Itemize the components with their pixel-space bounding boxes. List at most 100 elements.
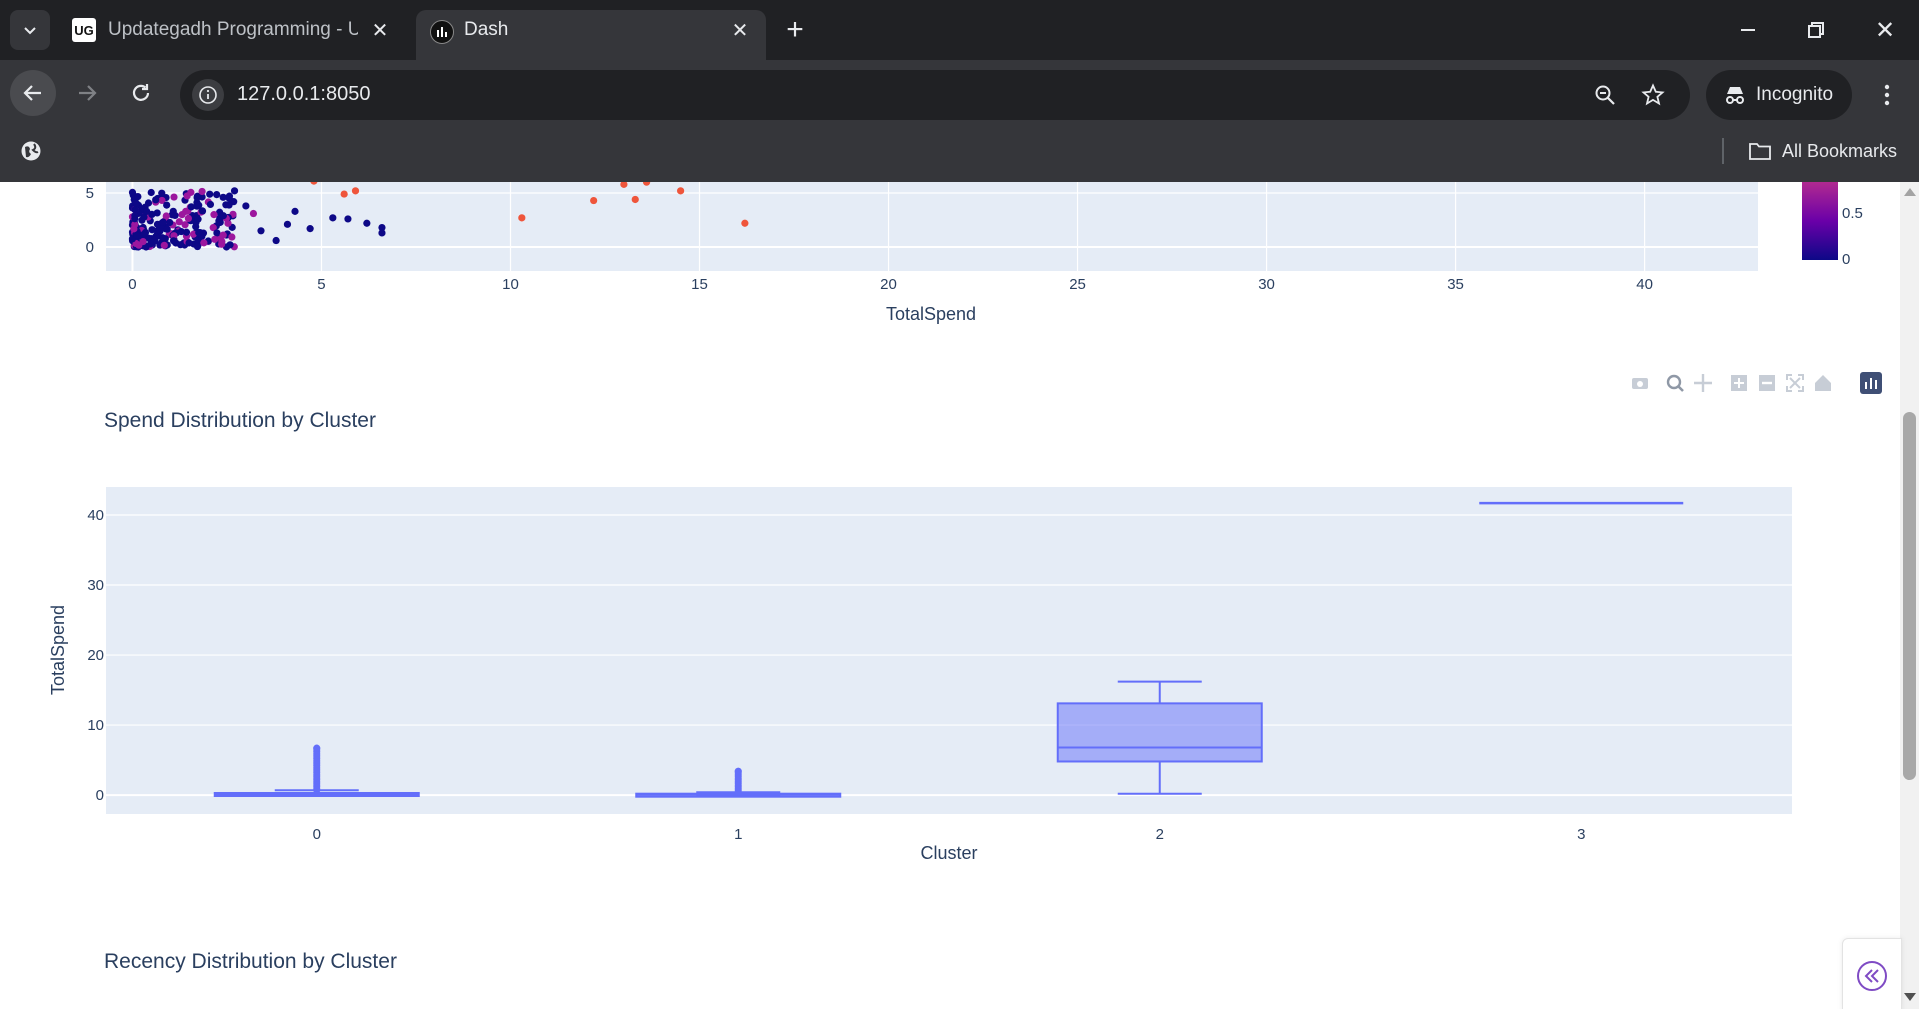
scatter-chart[interactable]: 0 5 10 15 20 25 30 35 40 0 5 TotalSpend 0.5 0: [86, 182, 1863, 324]
chevrons-left-icon: [1857, 961, 1887, 991]
back-button[interactable]: [10, 70, 56, 116]
scatter-point: [133, 231, 141, 240]
scatter-point: [225, 194, 233, 203]
chevron-down-icon: [24, 27, 36, 35]
scatter-plot-area[interactable]: [106, 182, 1758, 271]
scatter-x-tick: 10: [502, 276, 519, 293]
arrow-right-icon: [79, 85, 97, 101]
scatter-point: [283, 220, 292, 228]
scatter-point: [378, 229, 386, 237]
box-y-tick: 40: [87, 507, 104, 524]
tab-dash[interactable]: Dash ✕: [416, 10, 766, 60]
menu-icon[interactable]: [1872, 75, 1902, 115]
reload-icon: [132, 84, 150, 101]
scatter-point: [351, 187, 360, 195]
box-chart[interactable]: Spend Distribution by Cluster 010203040 …: [48, 409, 1792, 863]
box-y-tick: 10: [87, 717, 104, 734]
scatter-point: [152, 233, 160, 241]
zoom-icon[interactable]: [1590, 80, 1620, 110]
pan-icon[interactable]: [1694, 374, 1712, 392]
globe-icon[interactable]: [18, 138, 44, 164]
restore-icon[interactable]: [1793, 12, 1839, 48]
box-x-axis-label: Cluster: [920, 843, 977, 863]
box-outlier-point: [313, 744, 321, 752]
scatter-point: [128, 188, 137, 197]
incognito-button[interactable]: Incognito: [1706, 70, 1852, 120]
all-bookmarks-button[interactable]: All Bookmarks: [1748, 136, 1897, 166]
scatter-point: [213, 191, 221, 199]
close-tab-icon[interactable]: ✕: [728, 18, 752, 42]
camera-icon[interactable]: [1632, 378, 1648, 389]
scatter-point: [163, 201, 171, 209]
close-window-icon[interactable]: ✕: [1862, 12, 1908, 48]
box-chart-title: Spend Distribution by Cluster: [104, 409, 376, 432]
incognito-label: Incognito: [1756, 84, 1834, 105]
scatter-point: [131, 205, 139, 214]
scatter-point: [159, 218, 167, 226]
scatter-point: [130, 225, 138, 233]
url-text: 127.0.0.1:8050: [237, 83, 371, 105]
forward-button[interactable]: [64, 70, 110, 116]
scroll-up-arrow-icon[interactable]: [1904, 188, 1916, 196]
box-y-tick: 30: [87, 577, 104, 594]
scatter-point: [200, 239, 208, 247]
bookmark-star-icon[interactable]: [1638, 80, 1668, 110]
address-bar[interactable]: 127.0.0.1:8050: [180, 70, 1690, 120]
box-x-tick: 0: [313, 826, 321, 843]
scatter-point: [340, 190, 348, 198]
incognito-icon: [1726, 87, 1744, 104]
tab-updategadh[interactable]: UG Updategadh Programming - Up ✕: [60, 10, 405, 50]
scatter-point: [225, 201, 233, 209]
plotly-logo-icon[interactable]: [1860, 372, 1882, 394]
zoom-icon[interactable]: [1666, 374, 1684, 392]
scatter-point: [219, 212, 227, 220]
box-x-tick: 3: [1577, 826, 1585, 843]
scatter-point: [741, 219, 749, 227]
new-tab-icon[interactable]: +: [775, 12, 815, 48]
page-canvas: 0 5 10 15 20 25 30 35 40 05 TotalSpend 0.5 0: [48, 182, 1882, 973]
scatter-x-tick: 35: [1447, 276, 1464, 293]
scatter-point: [219, 193, 227, 201]
minimize-icon[interactable]: [1725, 12, 1771, 48]
scatter-point: [194, 215, 202, 223]
scatter-point: [163, 225, 171, 233]
all-bookmarks-label: All Bookmarks: [1782, 140, 1898, 161]
scatter-point: [228, 233, 236, 241]
tab-title: Updategadh Programming - Up: [108, 19, 358, 40]
scatter-x-tick: 20: [880, 276, 897, 293]
scatter-x-tick: 5: [317, 276, 325, 293]
dash-debug-toggle[interactable]: [1842, 938, 1902, 1009]
scatter-point: [218, 237, 226, 246]
scatter-point: [147, 188, 155, 197]
scatter-point: [198, 187, 206, 196]
scatter-x-tick: 40: [1636, 276, 1653, 293]
scatter-point: [193, 242, 202, 251]
scatter-point: [148, 226, 156, 234]
reload-button[interactable]: [118, 70, 164, 116]
dash-icon: [430, 20, 454, 44]
site-info-icon[interactable]: [192, 79, 224, 111]
zoom-in-icon[interactable]: [1731, 375, 1747, 391]
scatter-point: [138, 216, 146, 224]
tab-search-button[interactable]: [10, 10, 50, 50]
scatter-point: [344, 215, 352, 223]
bookmarks-divider: [1722, 138, 1724, 164]
scatter-x-axis-label: TotalSpend: [886, 304, 976, 324]
scatter-y-tick: 5: [86, 185, 94, 202]
scatter-point: [152, 196, 160, 204]
close-tab-icon[interactable]: ✕: [368, 18, 392, 42]
scatter-point: [170, 193, 178, 201]
box-y-tick: 20: [87, 647, 104, 664]
scatter-point: [182, 228, 191, 236]
scrollbar-thumb[interactable]: [1903, 412, 1916, 780]
zoom-out-icon[interactable]: [1759, 375, 1775, 391]
scatter-point: [518, 214, 526, 222]
reset-axes-icon[interactable]: [1815, 375, 1831, 391]
box-plot-area[interactable]: [106, 487, 1792, 814]
autoscale-icon[interactable]: [1786, 374, 1804, 392]
colorbar: [1802, 182, 1838, 260]
page-scrollbar[interactable]: [1900, 182, 1919, 1009]
scatter-point: [291, 207, 299, 215]
scroll-down-arrow-icon[interactable]: [1904, 993, 1916, 1001]
scatter-point: [211, 235, 219, 243]
